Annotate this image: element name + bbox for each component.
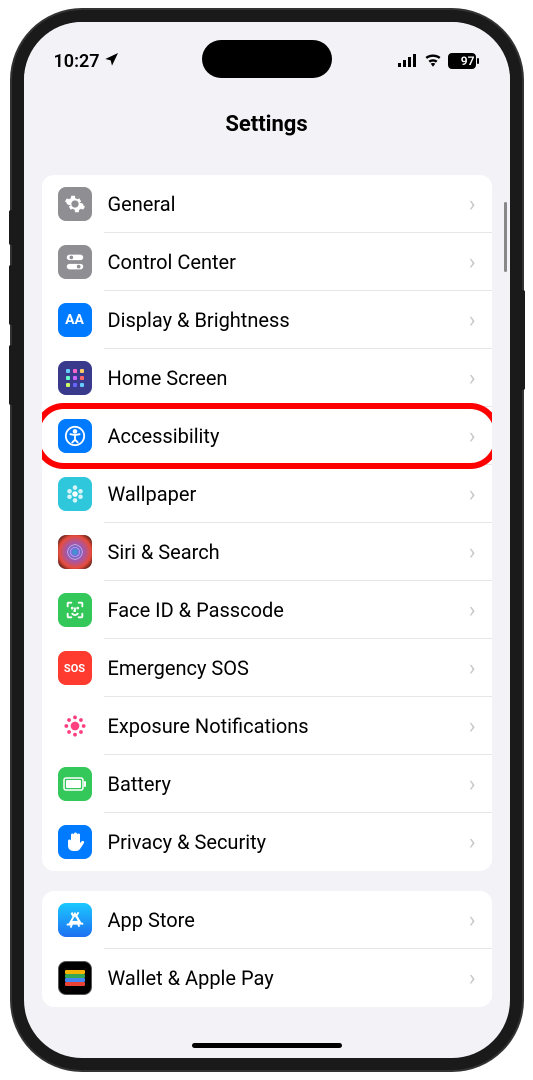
- phone-frame: 10:27 97 Settings: [12, 10, 522, 1070]
- row-display[interactable]: AA Display & Brightness ›: [42, 291, 492, 349]
- cellular-icon: [398, 52, 418, 71]
- row-accessibility[interactable]: Accessibility ›: [42, 407, 492, 465]
- face-icon: [58, 593, 92, 627]
- row-battery[interactable]: Battery ›: [42, 755, 492, 813]
- chevron-right-icon: ›: [469, 830, 476, 855]
- battery-percent: 97: [461, 54, 475, 68]
- row-home-screen[interactable]: Home Screen ›: [42, 349, 492, 407]
- row-label: Home Screen: [108, 366, 469, 390]
- chevron-right-icon: ›: [469, 482, 476, 507]
- dynamic-island: [202, 40, 332, 78]
- wallet-icon: [58, 961, 92, 995]
- row-label: Wallet & Apple Pay: [108, 966, 469, 990]
- status-left: 10:27: [54, 51, 120, 72]
- row-label: Control Center: [108, 250, 469, 274]
- chevron-right-icon: ›: [469, 966, 476, 991]
- gear-icon: [58, 187, 92, 221]
- row-wallpaper[interactable]: Wallpaper ›: [42, 465, 492, 523]
- row-privacy[interactable]: Privacy & Security ›: [42, 813, 492, 871]
- row-label: Privacy & Security: [108, 830, 469, 854]
- hand-icon: [58, 825, 92, 859]
- chevron-right-icon: ›: [469, 908, 476, 933]
- row-label: Battery: [108, 772, 469, 796]
- grid-icon: [58, 361, 92, 395]
- settings-section-0: General › Control Center › AA Display & …: [42, 175, 492, 871]
- row-label: Wallpaper: [108, 482, 469, 506]
- row-label: Exposure Notifications: [108, 714, 469, 738]
- row-general[interactable]: General ›: [42, 175, 492, 233]
- chevron-right-icon: ›: [469, 598, 476, 623]
- row-appstore[interactable]: App Store ›: [42, 891, 492, 949]
- chevron-right-icon: ›: [469, 714, 476, 739]
- location-icon: [104, 51, 120, 72]
- row-label: General: [108, 192, 469, 216]
- row-label: Face ID & Passcode: [108, 598, 469, 622]
- row-label: App Store: [108, 908, 469, 932]
- appstore-icon: [58, 903, 92, 937]
- chevron-right-icon: ›: [469, 308, 476, 333]
- exposure-icon: [58, 709, 92, 743]
- header: Settings: [24, 82, 510, 155]
- siri-icon: [58, 535, 92, 569]
- chevron-right-icon: ›: [469, 192, 476, 217]
- text-size-icon: AA: [58, 303, 92, 337]
- scroll-indicator[interactable]: [504, 202, 507, 272]
- battery-icon: 97: [448, 53, 480, 69]
- row-label: Siri & Search: [108, 540, 469, 564]
- status-time: 10:27: [54, 51, 100, 72]
- chevron-right-icon: ›: [469, 656, 476, 681]
- chevron-right-icon: ›: [469, 366, 476, 391]
- screen: 10:27 97 Settings: [24, 22, 510, 1058]
- row-sos[interactable]: SOS Emergency SOS ›: [42, 639, 492, 697]
- battery-icon: [58, 767, 92, 801]
- flower-icon: [58, 477, 92, 511]
- chevron-right-icon: ›: [469, 772, 476, 797]
- row-label: Display & Brightness: [108, 308, 469, 332]
- accessibility-icon: [58, 419, 92, 453]
- status-right: 97: [398, 52, 480, 71]
- settings-section-1: App Store › Wallet & Apple Pay ›: [42, 891, 492, 1007]
- home-indicator[interactable]: [192, 1043, 342, 1048]
- row-faceid[interactable]: Face ID & Passcode ›: [42, 581, 492, 639]
- chevron-right-icon: ›: [469, 540, 476, 565]
- row-label: Emergency SOS: [108, 656, 469, 680]
- wifi-icon: [424, 52, 442, 71]
- switches-icon: [58, 245, 92, 279]
- row-exposure[interactable]: Exposure Notifications ›: [42, 697, 492, 755]
- page-title: Settings: [24, 112, 510, 137]
- row-label: Accessibility: [108, 424, 469, 448]
- row-control-center[interactable]: Control Center ›: [42, 233, 492, 291]
- sos-icon: SOS: [58, 651, 92, 685]
- chevron-right-icon: ›: [469, 424, 476, 449]
- chevron-right-icon: ›: [469, 250, 476, 275]
- row-siri[interactable]: Siri & Search ›: [42, 523, 492, 581]
- row-wallet[interactable]: Wallet & Apple Pay ›: [42, 949, 492, 1007]
- content-scroll[interactable]: General › Control Center › AA Display & …: [24, 155, 510, 1058]
